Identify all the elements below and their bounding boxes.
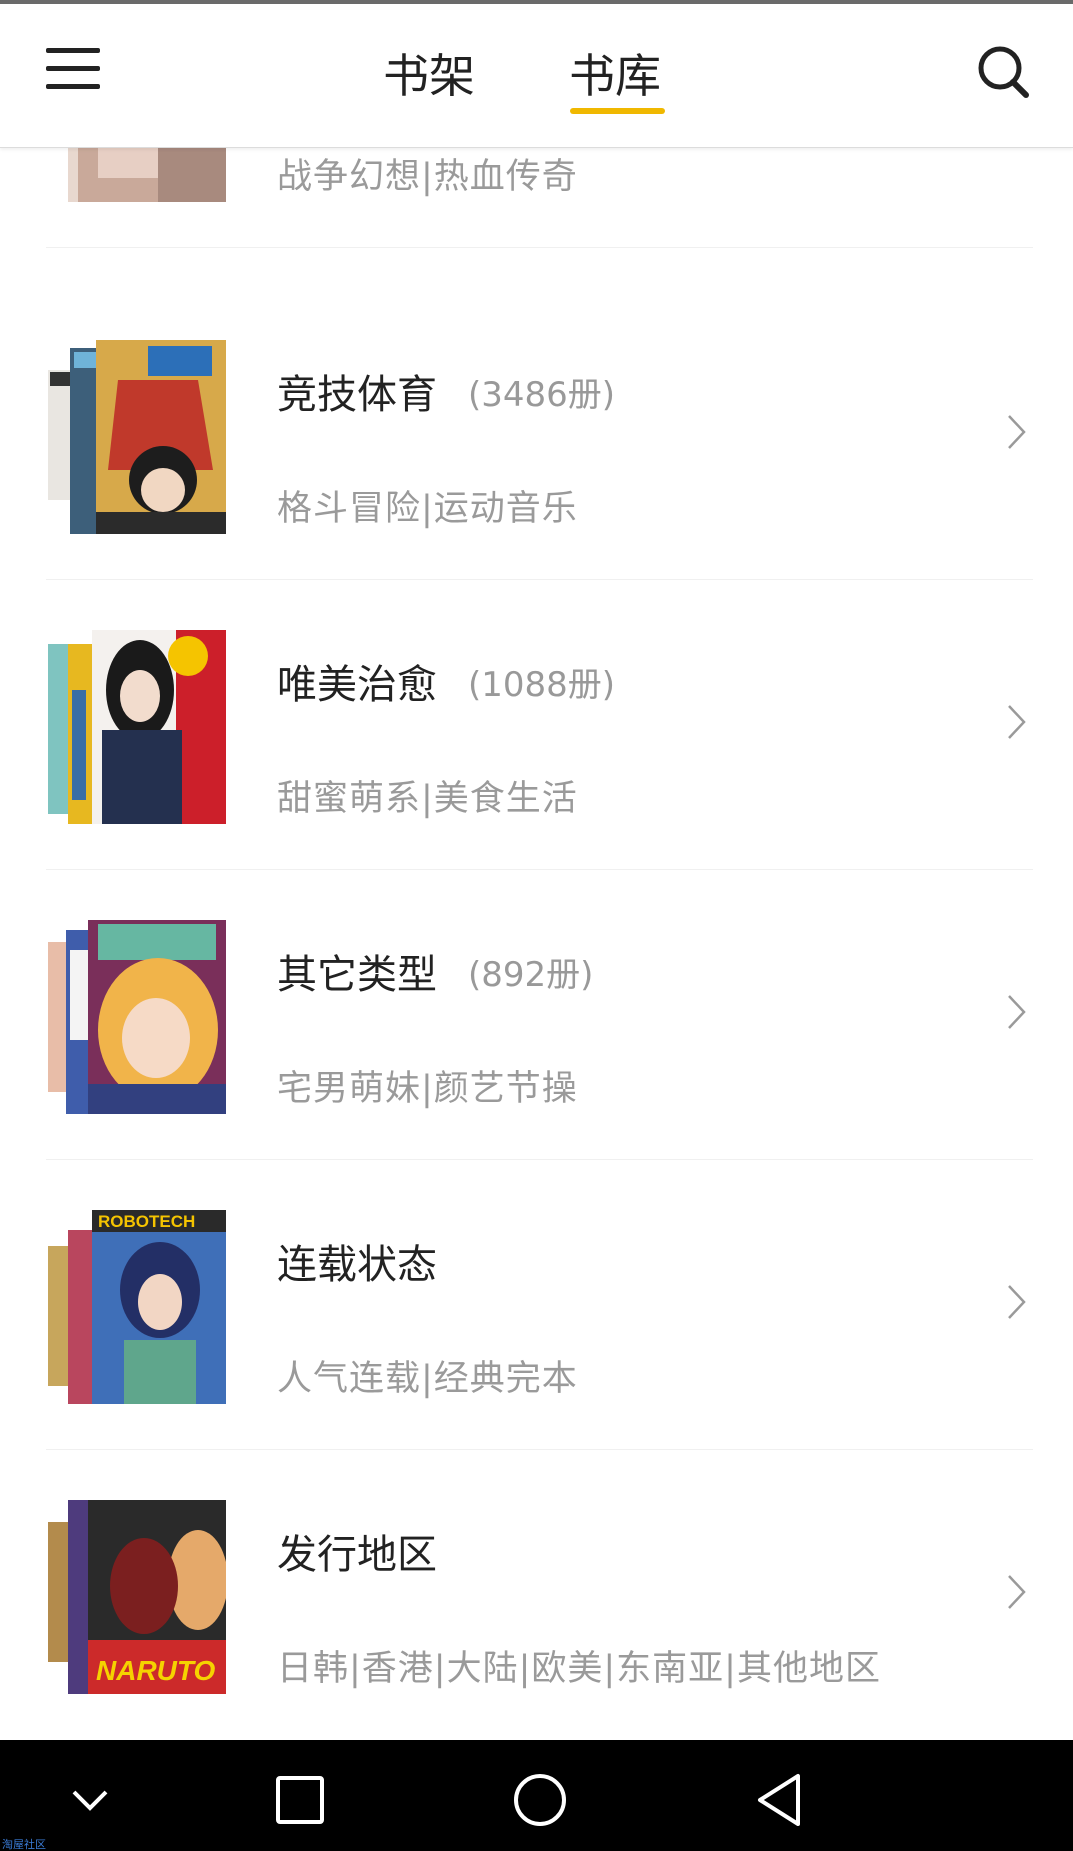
- category-cover-image: [48, 920, 226, 1114]
- chevron-right-icon: [1008, 1285, 1026, 1319]
- category-count: (3486册): [468, 375, 616, 415]
- category-title: 其它类型: [277, 952, 437, 998]
- category-subtitle: 甜蜜萌系|美食生活: [277, 779, 578, 819]
- category-list: 战争幻想|热血传奇 竞技体育 (3486册) 格斗冒险|运动音乐 唯美治愈 (1…: [0, 0, 1073, 1740]
- category-cover-image: NARUTO: [48, 1500, 226, 1694]
- menu-line: [46, 66, 100, 71]
- triangle-back-icon[interactable]: [750, 1770, 810, 1830]
- cover-title-text: NARUTO: [96, 1655, 215, 1686]
- chevron-right-icon: [1008, 705, 1026, 739]
- tab-library[interactable]: 书库: [569, 46, 661, 106]
- category-row-region[interactable]: NARUTO 发行地区 日韩|香港|大陆|欧美|东南亚|其他地区: [0, 1450, 1073, 1740]
- search-icon[interactable]: [976, 44, 1032, 100]
- category-title: 发行地区: [277, 1532, 437, 1578]
- hamburger-icon[interactable]: [42, 44, 104, 94]
- category-title: 唯美治愈: [277, 662, 437, 708]
- circle-icon[interactable]: [510, 1770, 570, 1830]
- square-icon[interactable]: [270, 1770, 330, 1830]
- category-cover-image: [48, 630, 226, 824]
- category-row-serial-status[interactable]: ROBOTECH 连载状态 人气连载|经典完本: [0, 1160, 1073, 1450]
- menu-line: [46, 84, 100, 89]
- category-count: (892册): [468, 955, 594, 995]
- category-row-other-types[interactable]: 其它类型 (892册) 宅男萌妹|颜艺节操: [0, 870, 1073, 1160]
- category-subtitle: 日韩|香港|大陆|欧美|东南亚|其他地区: [277, 1649, 881, 1689]
- category-count: (1088册): [468, 665, 616, 705]
- category-row-sports[interactable]: 竞技体育 (3486册) 格斗冒险|运动音乐: [0, 290, 1073, 580]
- cover-title-text: ROBOTECH: [98, 1212, 195, 1231]
- category-subtitle: 战争幻想|热血传奇: [277, 157, 578, 197]
- chevron-right-icon: [1008, 995, 1026, 1029]
- category-cover-image: ROBOTECH: [48, 1210, 226, 1404]
- chevron-right-icon: [1008, 1575, 1026, 1609]
- top-app-bar: 书架 书库: [0, 4, 1073, 148]
- category-title: 竞技体育: [277, 372, 437, 418]
- chevron-down-icon[interactable]: [60, 1770, 120, 1830]
- system-navigation-bar: [0, 1740, 1073, 1851]
- category-subtitle: 人气连载|经典完本: [277, 1359, 578, 1399]
- divider: [46, 247, 1033, 248]
- watermark-text: 淘屋社区: [2, 1838, 46, 1851]
- category-subtitle: 格斗冒险|运动音乐: [277, 489, 578, 529]
- active-tab-indicator: [570, 108, 665, 114]
- menu-line: [46, 48, 100, 53]
- chevron-right-icon: [1008, 415, 1026, 449]
- category-row-healing[interactable]: 唯美治愈 (1088册) 甜蜜萌系|美食生活: [0, 580, 1073, 870]
- tab-bookshelf[interactable]: 书架: [383, 46, 475, 106]
- category-cover-image: [48, 340, 226, 534]
- category-title: 连载状态: [277, 1242, 437, 1288]
- category-subtitle: 宅男萌妹|颜艺节操: [277, 1069, 578, 1109]
